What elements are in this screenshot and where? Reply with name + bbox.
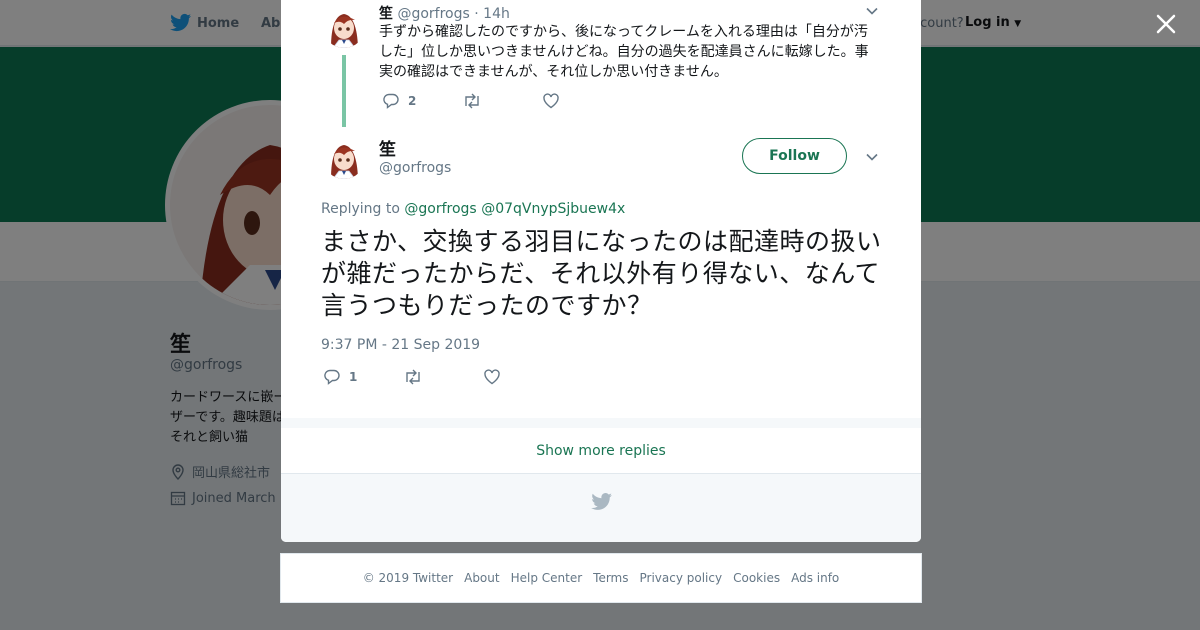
retweet-action-button[interactable] <box>403 368 483 386</box>
reply-header: 笙 @gorfrogs · 14h <box>379 3 510 23</box>
tweet-modal: 笙 @gorfrogs · 14h 手ずから確認したのですから、後になってクレー… <box>281 0 921 542</box>
main-author-handle[interactable]: @gorfrogs <box>379 160 451 176</box>
anime-avatar-image <box>323 137 365 179</box>
footer-link-help-center[interactable]: Help Center <box>511 571 583 585</box>
reply-tweet-text: 手ずから確認したのですから、後になってクレームを入れる理由は「自分が汚した」位し… <box>379 24 869 80</box>
footer-copyright: © 2019 Twitter <box>362 571 454 585</box>
main-tweet-text: まさか、交換する羽目になったのは配達時の扱いが雑だったからだ、それ以外有り得ない… <box>321 227 882 320</box>
section-divider <box>281 418 921 428</box>
reply-action-button[interactable]: 1 <box>323 368 403 386</box>
mention-link[interactable]: @gorfrogs <box>404 201 476 217</box>
reply-icon <box>324 369 340 385</box>
footer-link-ads-info[interactable]: Ads info <box>791 571 839 585</box>
main-author-avatar[interactable] <box>323 137 365 179</box>
chevron-down-icon[interactable] <box>865 4 879 18</box>
like-action-button[interactable] <box>483 368 501 386</box>
main-author-name[interactable]: 笙 <box>379 135 396 160</box>
reply-author-handle[interactable]: @gorfrogs <box>397 6 469 22</box>
reply-icon <box>383 93 399 109</box>
retweet-icon <box>406 369 420 385</box>
mention-link[interactable]: @07qVnypSjbuew4x <box>481 201 625 217</box>
reply-timestamp[interactable]: 14h <box>483 6 510 22</box>
reply-count: 2 <box>408 94 417 108</box>
thread-connector-line <box>342 55 346 127</box>
reply-author-avatar[interactable] <box>323 6 365 48</box>
show-more-replies-button[interactable]: Show more replies <box>281 428 921 474</box>
footer-link-privacy[interactable]: Privacy policy <box>640 571 723 585</box>
reply-author-name[interactable]: 笙 <box>379 6 393 22</box>
twitter-bird-icon <box>591 493 612 510</box>
reply-tweet-actions: 2 <box>382 92 560 110</box>
separator-dot: · <box>474 6 479 22</box>
like-icon <box>484 369 500 385</box>
follow-button[interactable]: Follow <box>742 138 847 174</box>
footer-link-about[interactable]: About <box>464 571 499 585</box>
like-action-button[interactable] <box>542 92 560 110</box>
like-icon <box>543 93 559 109</box>
footer-link-terms[interactable]: Terms <box>593 571 628 585</box>
modal-footer <box>281 474 921 542</box>
footer-link-cookies[interactable]: Cookies <box>733 571 780 585</box>
close-icon[interactable] <box>1152 10 1180 38</box>
site-footer: © 2019 Twitter About Help Center Terms P… <box>280 553 922 603</box>
retweet-icon <box>465 93 479 109</box>
replying-to-line: Replying to @gorfrogs @07qVnypSjbuew4x <box>321 201 625 217</box>
replying-to-label: Replying to <box>321 201 400 217</box>
main-tweet-timestamp[interactable]: 9:37 PM - 21 Sep 2019 <box>321 337 480 353</box>
reply-count: 1 <box>349 370 358 384</box>
anime-avatar-image <box>323 6 365 48</box>
retweet-action-button[interactable] <box>462 92 542 110</box>
reply-action-button[interactable]: 2 <box>382 92 462 110</box>
chevron-down-icon[interactable] <box>865 150 879 164</box>
main-tweet-actions: 1 <box>323 368 501 386</box>
